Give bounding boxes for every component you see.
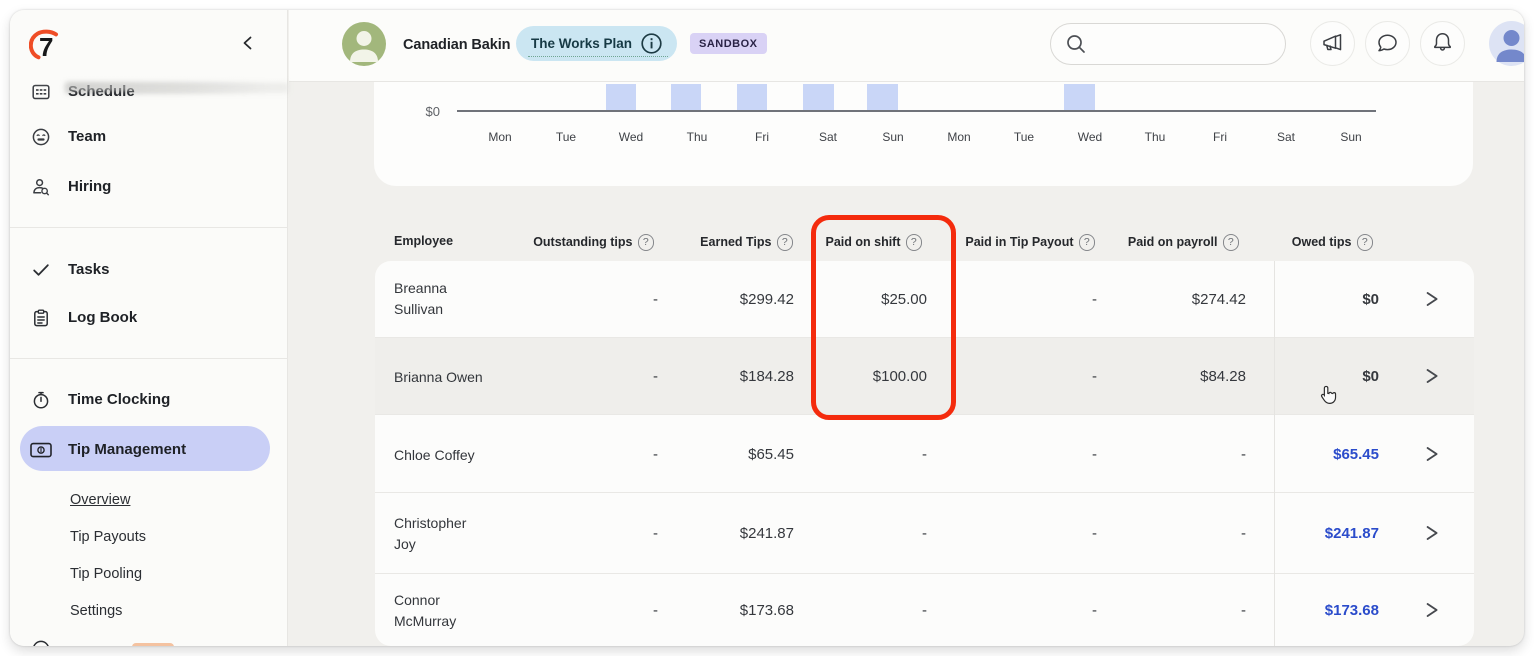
svg-text:7: 7	[39, 32, 53, 61]
